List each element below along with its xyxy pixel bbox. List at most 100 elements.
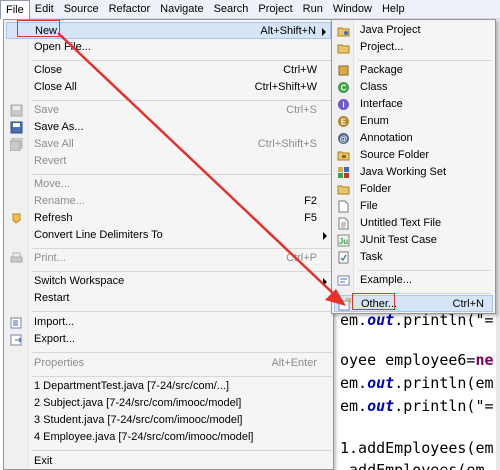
menu-item-export[interactable]: Export... [6, 331, 331, 348]
menu-item-refresh[interactable]: Refresh F5 [6, 210, 331, 227]
menu-item-restart[interactable]: Restart [6, 290, 331, 307]
menu-item-convert-line-delimiters[interactable]: Convert Line Delimiters To [6, 227, 331, 244]
submenu-item-project[interactable]: Project... [334, 39, 493, 56]
recent-file-item[interactable]: 4 Employee.java [7-24/src/com/imooc/mode… [6, 429, 331, 446]
recent-file-item[interactable]: 2 Subject.java [7-24/src/com/imooc/model… [6, 395, 331, 412]
recent-file-item[interactable]: 3 Student.java [7-24/src/com/imooc/model… [6, 412, 331, 429]
menu-navigate[interactable]: Navigate [155, 0, 208, 19]
menu-item-properties[interactable]: Properties Alt+Enter [6, 355, 331, 372]
menu-separator [358, 60, 491, 61]
code-line: em.out.println("= [340, 397, 494, 415]
menu-separator [32, 271, 332, 272]
submenu-item-label: JUnit Test Case [360, 234, 437, 246]
menu-separator [32, 450, 332, 451]
submenu-item-class[interactable]: C Class [334, 79, 493, 96]
menu-item-label: Switch Workspace [34, 275, 125, 287]
annotation-box-other [352, 293, 395, 310]
menu-separator [32, 352, 332, 353]
submenu-item-enum[interactable]: E Enum [334, 113, 493, 130]
submenu-item-junit-test-case[interactable]: Ju JUnit Test Case [334, 232, 493, 249]
submenu-item-annotation[interactable]: @ Annotation [334, 130, 493, 147]
submenu-item-label: Annotation [360, 132, 413, 144]
save-as-icon [10, 121, 23, 134]
svg-text:@: @ [340, 135, 348, 144]
menu-item-move[interactable]: Move... [6, 176, 331, 193]
menu-separator [32, 100, 332, 101]
folder-icon [337, 185, 350, 195]
menu-edit[interactable]: Edit [30, 0, 59, 19]
submenu-item-java-project[interactable]: Java Project [334, 22, 493, 39]
submenu-item-task[interactable]: Task [334, 249, 493, 266]
submenu-arrow-icon [322, 28, 326, 36]
submenu-item-package[interactable]: Package [334, 62, 493, 79]
menu-separator [32, 248, 332, 249]
menu-item-label: Rename... [34, 195, 85, 207]
menu-item-open-file[interactable]: Open File... [6, 39, 331, 56]
menu-item-save-all[interactable]: Save All Ctrl+Shift+S [6, 136, 331, 153]
menu-item-close[interactable]: Close Ctrl+W [6, 62, 331, 79]
submenu-item-file[interactable]: File [334, 198, 493, 215]
submenu-item-java-working-set[interactable]: Java Working Set [334, 164, 493, 181]
menu-item-save[interactable]: Save Ctrl+S [6, 102, 331, 119]
menu-refactor[interactable]: Refactor [104, 0, 156, 19]
submenu-item-label: Interface [360, 98, 403, 110]
menu-source[interactable]: Source [59, 0, 104, 19]
menu-help[interactable]: Help [377, 0, 410, 19]
project-icon [337, 44, 350, 54]
recent-file-item[interactable]: 1 DepartmentTest.java [7-24/src/com/...] [6, 378, 331, 395]
java-project-icon [337, 27, 350, 37]
shortcut: Alt+Enter [271, 357, 317, 369]
recent-file-label: 1 DepartmentTest.java [7-24/src/com/...] [34, 380, 230, 392]
menu-item-print[interactable]: Print... Ctrl+P [6, 250, 331, 267]
submenu-item-label: Java Project [360, 24, 421, 36]
menu-file[interactable]: File [0, 0, 30, 19]
refresh-icon [12, 213, 21, 224]
menu-item-label: Close All [34, 81, 77, 93]
menu-search[interactable]: Search [209, 0, 254, 19]
menu-separator [32, 174, 332, 175]
save-all-icon [10, 138, 23, 151]
code-line: 1.addEmployees(em [340, 439, 494, 457]
menu-project[interactable]: Project [253, 0, 297, 19]
menu-item-revert[interactable]: Revert [6, 153, 331, 170]
menu-item-close-all[interactable]: Close All Ctrl+Shift+W [6, 79, 331, 96]
menu-item-label: Save All [34, 138, 74, 150]
interface-icon: I [338, 99, 349, 110]
menu-item-label: Refresh [34, 212, 73, 224]
submenu-item-example[interactable]: Example... [334, 272, 493, 289]
submenu-item-interface[interactable]: I Interface [334, 96, 493, 113]
import-icon [10, 317, 22, 329]
new-submenu: Java Project Project... Package C Class … [331, 19, 496, 314]
menu-separator [358, 270, 491, 271]
submenu-item-untitled-text-file[interactable]: Untitled Text File [334, 215, 493, 232]
submenu-item-label: Class [360, 81, 388, 93]
editor-scrollbar[interactable] [496, 19, 500, 470]
menu-item-exit[interactable]: Exit [6, 453, 331, 470]
menu-item-label: Save [34, 104, 60, 116]
submenu-item-label: Package [360, 64, 403, 76]
shortcut: F5 [304, 212, 317, 224]
submenu-item-folder[interactable]: Folder [334, 181, 493, 198]
menu-item-label: Properties [34, 357, 85, 369]
menu-run[interactable]: Run [298, 0, 328, 19]
menu-item-switch-workspace[interactable]: Switch Workspace [6, 273, 331, 290]
submenu-arrow-icon [323, 232, 327, 240]
svg-text:Ju: Ju [339, 237, 348, 246]
print-icon [10, 252, 23, 263]
menu-item-rename[interactable]: Rename... F2 [6, 193, 331, 210]
menu-bar: File Edit Source Refactor Navigate Searc… [0, 0, 500, 19]
menu-separator [32, 376, 332, 377]
submenu-item-source-folder[interactable]: Source Folder [334, 147, 493, 164]
example-icon [337, 275, 350, 286]
menu-item-label: Exit [34, 455, 53, 467]
file-icon [338, 200, 349, 213]
code-line: oyee employee6=ne [340, 351, 494, 369]
enum-icon: E [338, 116, 349, 127]
menu-item-import[interactable]: Import... [6, 314, 331, 331]
menu-window[interactable]: Window [328, 0, 377, 19]
submenu-item-label: Folder [360, 183, 392, 195]
shortcut: F2 [304, 195, 317, 207]
menu-item-label: Restart [34, 292, 70, 304]
menu-item-save-as[interactable]: Save As... [6, 119, 331, 136]
shortcut: Ctrl+N [452, 298, 484, 310]
